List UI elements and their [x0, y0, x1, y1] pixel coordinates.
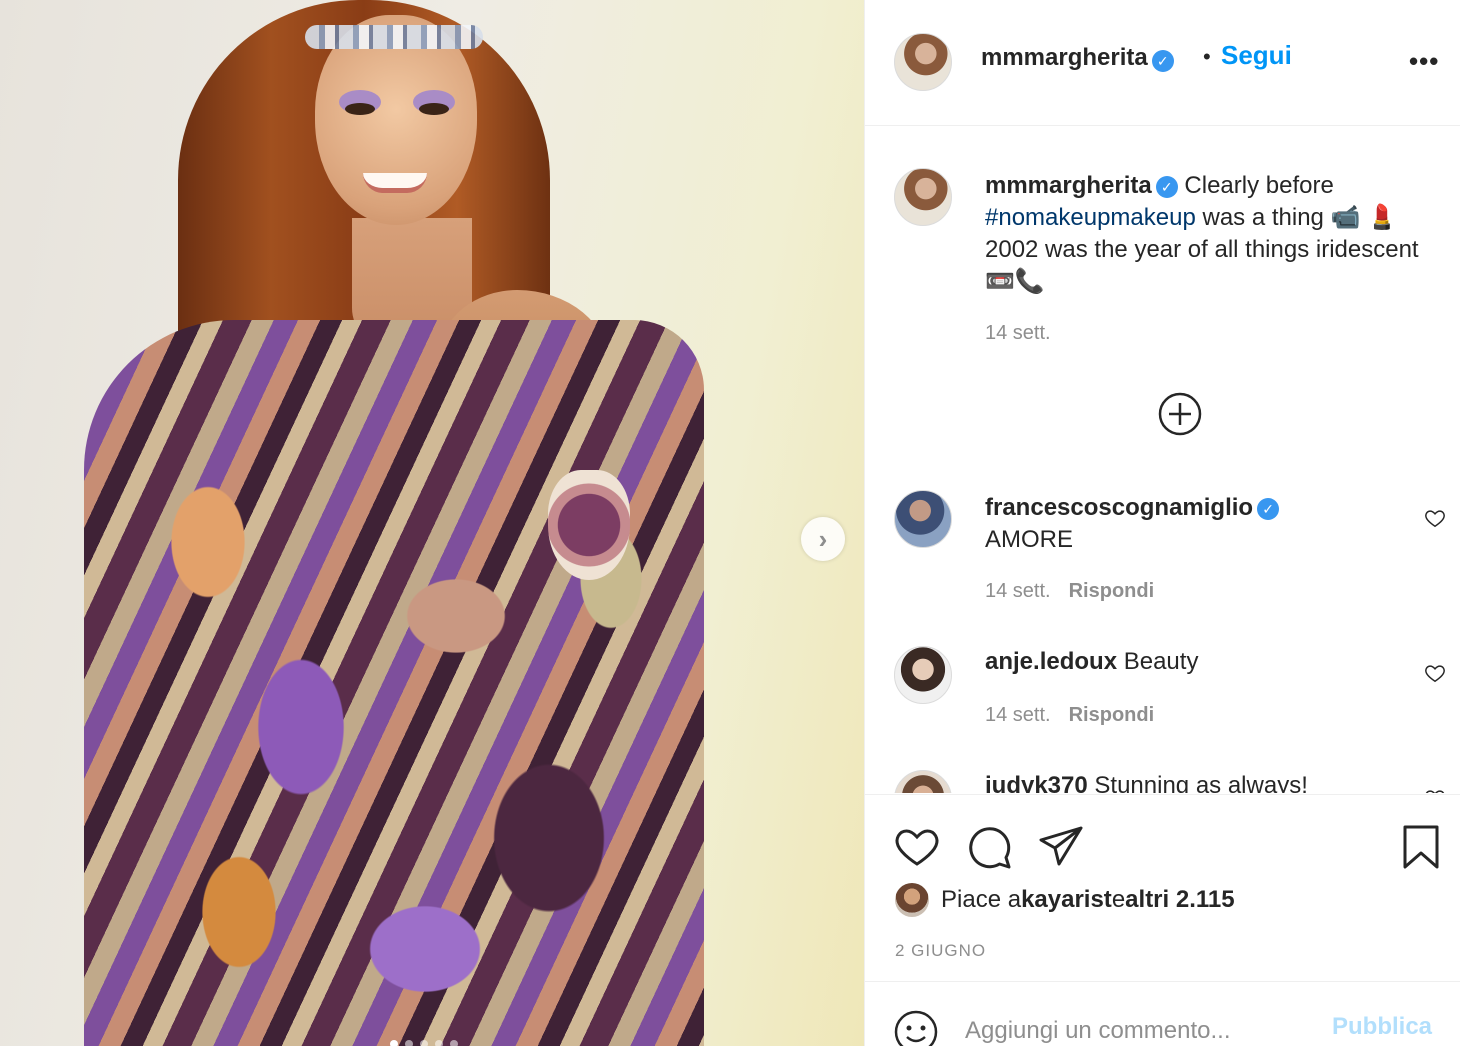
- bookmark-icon[interactable]: [1397, 823, 1445, 871]
- publish-button[interactable]: Pubblica: [1332, 1013, 1432, 1041]
- carousel-dot: [450, 1040, 458, 1046]
- caption-username[interactable]: mmmargherita: [985, 172, 1152, 199]
- liker-avatar: [895, 883, 929, 917]
- verified-badge-icon: ✓: [1155, 175, 1178, 198]
- carousel-dot: [390, 1040, 398, 1046]
- photo-dress: [84, 320, 704, 1046]
- verified-badge-icon: ✓: [1257, 497, 1280, 520]
- comment-avatar[interactable]: [894, 770, 952, 793]
- heart-icon[interactable]: [893, 823, 941, 871]
- smiley-icon[interactable]: [893, 1009, 939, 1046]
- comment-like-heart-icon[interactable]: [1424, 507, 1446, 529]
- author-avatar[interactable]: [894, 33, 952, 91]
- photo-eye-left: [345, 103, 375, 115]
- comment-username[interactable]: anje.ledoux: [985, 648, 1117, 675]
- comment-avatar[interactable]: [894, 490, 952, 548]
- comment-body: AMORE: [985, 526, 1074, 553]
- photo-tiara: [305, 25, 483, 49]
- comment-avatar[interactable]: [894, 646, 952, 704]
- comment-text: anje.ledoux Beauty: [985, 646, 1435, 678]
- comment-time[interactable]: 14 sett.: [985, 704, 1051, 726]
- photo-eye-right: [419, 103, 449, 115]
- caption-meta: 14 sett.: [985, 322, 1051, 345]
- caption-text: mmmargherita ✓ Clearly before #nomakeupma…: [985, 170, 1435, 298]
- carousel-dot: [420, 1040, 428, 1046]
- carousel-dot: [435, 1040, 443, 1046]
- likes-summary[interactable]: Piace a kayarist e altri 2.115: [895, 883, 1235, 917]
- caption-avatar[interactable]: [894, 168, 952, 226]
- follow-button[interactable]: Segui: [1221, 40, 1292, 71]
- author-name-row: mmmargherita ✓: [981, 44, 1174, 72]
- comment-body: Beauty: [1123, 648, 1199, 675]
- post-header: mmmargherita ✓ • Segui •••: [865, 0, 1460, 126]
- comment-username[interactable]: judyk370: [985, 772, 1088, 793]
- next-photo-button[interactable]: ›: [801, 517, 845, 561]
- post-side-panel: mmmargherita ✓ • Segui ••• mmmargherita ✓ …: [864, 0, 1460, 1046]
- comment-input[interactable]: [965, 1013, 1325, 1046]
- comment-like-heart-icon[interactable]: [1424, 787, 1446, 793]
- verified-badge-icon: ✓: [1151, 49, 1174, 72]
- comment-like-heart-icon[interactable]: [1424, 662, 1446, 684]
- caption-text-before: Clearly before: [1184, 172, 1334, 199]
- chevron-right-icon: ›: [818, 523, 828, 554]
- liker-username[interactable]: kayarist: [1021, 886, 1112, 914]
- comment-username[interactable]: francescoscognamiglio: [985, 494, 1253, 521]
- photo-mouth: [363, 173, 427, 193]
- likes-prefix: Piace a: [941, 886, 1022, 913]
- caption-time[interactable]: 14 sett.: [985, 322, 1051, 344]
- comment-composer: Pubblica: [865, 983, 1460, 1046]
- likes-middle: e: [1111, 886, 1126, 913]
- carousel-dots: [390, 1040, 458, 1046]
- caption-hashtag-link[interactable]: #nomakeupmakeup: [985, 204, 1196, 231]
- author-username[interactable]: mmmargherita: [981, 44, 1148, 71]
- comment-meta: 14 sett. Rispondi: [985, 704, 1154, 727]
- carousel-dot: [405, 1040, 413, 1046]
- comment-meta: 14 sett. Rispondi: [985, 580, 1154, 603]
- comment-time[interactable]: 14 sett.: [985, 580, 1051, 602]
- likes-count[interactable]: altri 2.115: [1125, 886, 1234, 914]
- comment-body: Stunning as always!: [1094, 772, 1308, 793]
- comment-text: francescoscognamiglio ✓ AMORE: [985, 492, 1435, 556]
- comment-text: judyk370 Stunning as always!: [985, 770, 1435, 793]
- post-photo[interactable]: ›: [0, 0, 864, 1046]
- reply-button[interactable]: Rispondi: [1069, 704, 1155, 726]
- more-options-icon[interactable]: •••: [1409, 46, 1439, 77]
- photo-dress-heart: [548, 470, 630, 580]
- add-circle-icon[interactable]: [1158, 392, 1202, 436]
- reply-button[interactable]: Rispondi: [1069, 580, 1155, 602]
- paper-plane-icon[interactable]: [1037, 823, 1085, 871]
- comment-bubble-icon[interactable]: [965, 823, 1013, 871]
- post-date[interactable]: 2 GIUGNO: [895, 941, 986, 961]
- post-actions: Piace a kayarist e altri 2.115 2 GIUGNO: [865, 794, 1460, 982]
- follow-separator: •: [1203, 44, 1211, 69]
- comments-list[interactable]: mmmargherita ✓ Clearly before #nomakeupma…: [865, 127, 1460, 793]
